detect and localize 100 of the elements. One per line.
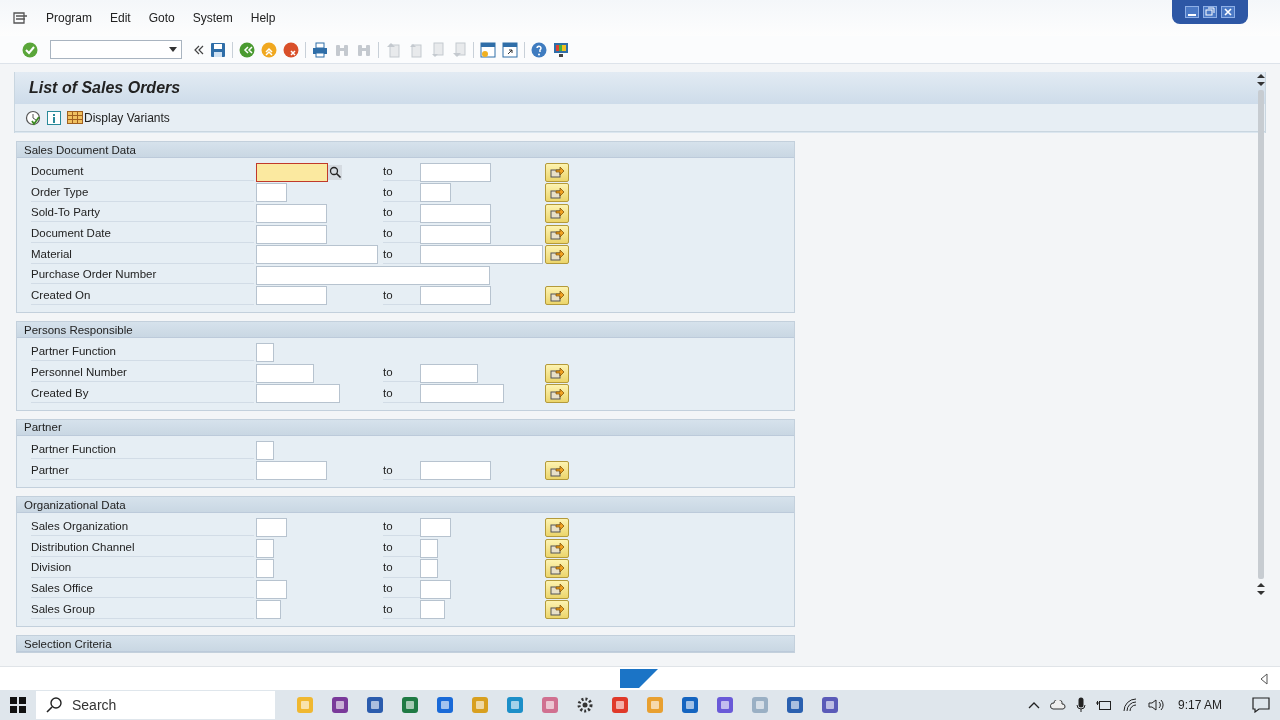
speaker-icon[interactable] [1147,698,1164,712]
menu-item[interactable]: Program [37,9,101,27]
notification-icon[interactable] [1252,697,1270,713]
input-field[interactable] [256,204,327,223]
field-label: Document [31,164,84,180]
search-icon [46,697,62,713]
input-field[interactable] [256,559,274,579]
scroll-bottom-icon[interactable] [1256,589,1266,597]
input-field[interactable] [420,600,445,620]
multiple-selection-button[interactable] [545,384,569,404]
input-field[interactable] [420,517,451,537]
input-field[interactable] [420,183,451,203]
minimize-icon[interactable] [1185,6,1199,18]
input-field[interactable] [420,363,478,383]
multiple-selection-button[interactable] [545,363,569,383]
info-icon[interactable] [47,110,61,125]
menu-item[interactable]: Edit [101,9,140,27]
display-variants-button[interactable]: Display Variants [67,108,170,127]
back-icon[interactable] [239,41,255,58]
multiple-selection-button[interactable] [545,559,569,579]
confirm-icon[interactable] [22,41,38,58]
multiple-selection-button[interactable] [545,204,569,223]
execute-icon[interactable] [25,109,41,126]
multiple-selection-button[interactable] [545,579,569,599]
input-field[interactable] [256,265,490,285]
input-field[interactable] [420,245,543,265]
cloud-icon[interactable] [1049,700,1066,710]
range-to-label: to [383,385,393,401]
collapse-icon[interactable] [1260,673,1268,685]
field-label: Material [31,246,72,262]
multiple-selection-button[interactable] [545,600,569,620]
chevron-up-icon[interactable] [1027,701,1040,709]
settings-icon[interactable] [575,696,594,714]
input-field[interactable] [420,538,438,558]
save-icon[interactable] [210,41,226,58]
dropdown-icon[interactable] [169,47,177,52]
search-help-icon[interactable] [328,164,342,180]
multiple-selection-button[interactable] [545,224,569,244]
taskbar-search-field[interactable]: Search [36,691,275,719]
multiple-selection-button[interactable] [545,183,569,203]
monitor-icon[interactable] [553,41,569,58]
multiple-selection-button[interactable] [545,461,569,481]
input-field[interactable] [256,363,314,383]
restore-icon[interactable] [1203,6,1217,18]
arrow-right-icon [550,367,564,380]
range-to-label: to [383,205,393,221]
multiple-selection-button[interactable] [545,517,569,537]
windows-start-icon[interactable] [10,697,26,713]
battery-icon[interactable] [1095,699,1112,711]
clock-time[interactable]: 9:17 AM [1177,696,1222,714]
input-field[interactable] [420,559,438,579]
shortcut-icon[interactable] [502,41,518,58]
field-label: Order Type [31,184,89,200]
double-chevron-icon[interactable] [194,44,204,55]
input-field[interactable] [256,245,378,265]
range-to-label: to [383,462,393,478]
input-field[interactable] [256,162,328,182]
range-to-label: to [383,246,393,262]
input-field[interactable] [256,440,274,460]
multiple-selection-button[interactable] [545,245,569,265]
multiple-selection-button[interactable] [545,162,569,182]
menu-item[interactable]: Goto [139,9,184,27]
range-to-label: to [383,519,393,535]
microphone-icon[interactable] [1075,697,1086,713]
close-icon[interactable] [1221,6,1235,18]
exit-icon[interactable] [261,41,277,58]
multiple-selection-button[interactable] [545,286,569,306]
input-field[interactable] [420,579,451,599]
range-to-label: to [383,601,393,617]
input-field[interactable] [256,183,287,203]
menu-icon[interactable] [13,12,27,24]
input-field[interactable] [420,162,491,182]
command-field[interactable] [50,40,182,59]
arrow-right-icon [550,166,564,179]
input-field[interactable] [256,517,287,537]
help-icon[interactable] [531,41,547,58]
menu-item[interactable]: Help [241,9,285,27]
input-field[interactable] [256,342,274,362]
menu-item[interactable]: System [183,9,242,27]
print-icon[interactable] [312,41,328,58]
input-field[interactable] [420,384,504,404]
cancel-icon[interactable] [283,41,299,58]
input-field[interactable] [420,286,491,306]
input-field[interactable] [420,204,491,223]
input-field[interactable] [420,461,491,481]
input-field[interactable] [420,224,491,244]
wifi-icon[interactable] [1121,698,1138,712]
scroll-top-icon[interactable] [1256,72,1266,80]
input-field[interactable] [256,579,287,599]
input-field[interactable] [256,538,274,558]
field-label: Purchase Order Number [31,267,157,283]
scroll-up-icon[interactable] [1256,80,1266,88]
input-field[interactable] [256,286,327,306]
input-field[interactable] [256,384,340,404]
multiple-selection-button[interactable] [545,538,569,558]
input-field[interactable] [256,461,327,481]
input-field[interactable] [256,600,281,620]
scroll-down-icon[interactable] [1256,581,1266,589]
input-field[interactable] [256,224,327,244]
new-session-icon[interactable] [480,41,496,58]
